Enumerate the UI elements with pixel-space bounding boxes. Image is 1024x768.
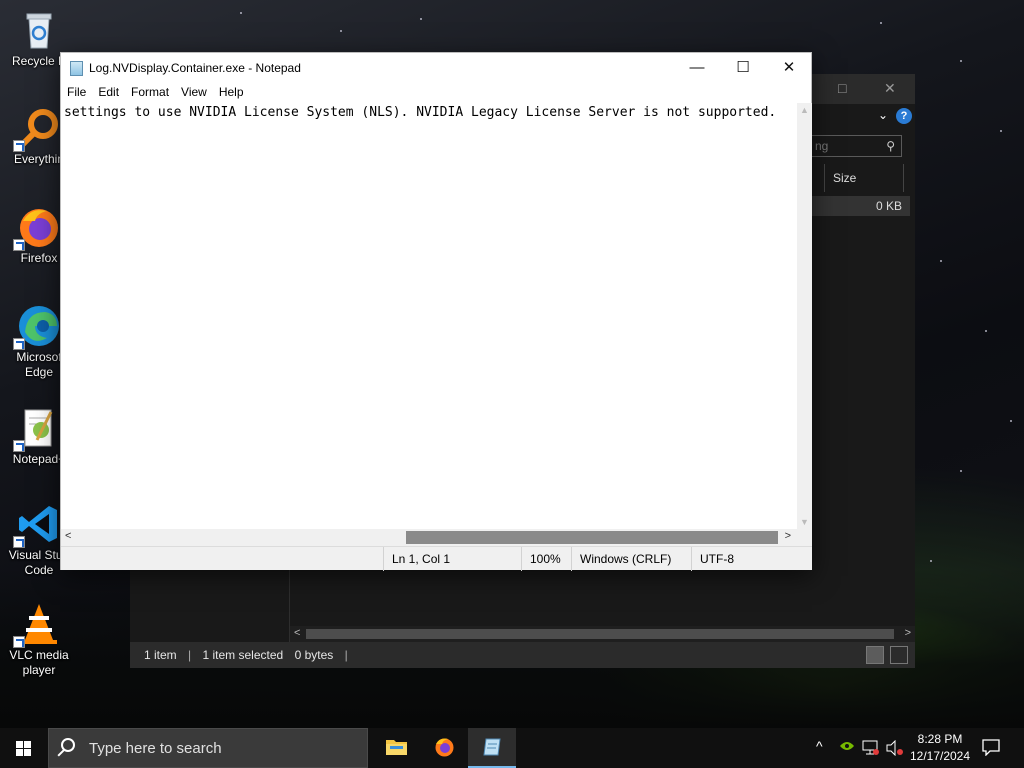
scrollbar-corner [797,529,812,546]
horizontal-scrollbar-thumb[interactable] [406,531,778,544]
details-view-button[interactable] [866,646,884,664]
system-clock[interactable]: 8:28 PM 12/17/2024 [904,731,976,765]
taskbar: Type here to search ^ 8:28 PM 12/17/2024 [0,728,1024,768]
taskbar-notepad[interactable] [468,728,516,768]
notification-center-icon[interactable] [982,739,1000,768]
scroll-right-arrow-icon[interactable]: > [785,530,791,542]
status-encoding: UTF-8 [691,547,812,571]
menu-edit[interactable]: Edit [92,83,125,101]
status-cursor-position: Ln 1, Col 1 [383,547,521,571]
status-selected-count: 1 item selected [202,648,284,662]
explorer-scrollbar-thumb[interactable] [306,629,894,639]
notepad-titlebar[interactable]: Log.NVDisplay.Container.exe - Notepad — … [61,53,811,83]
start-button[interactable] [0,728,48,768]
notepad-status-bar: Ln 1, Col 1 100% Windows (CRLF) UTF-8 [61,546,812,571]
desktop-icon-label-line2: player [22,663,56,677]
vertical-scrollbar[interactable]: ▲ ▼ [797,103,812,529]
windows-logo-icon [16,741,32,756]
explorer-close-button[interactable]: ✕ [884,80,896,97]
status-selected-size: 0 bytes [294,648,334,662]
shortcut-arrow-icon [13,239,25,251]
desktop-icon-vlc[interactable]: VLC media player [2,602,76,678]
clock-time: 8:28 PM [917,732,963,746]
menu-format[interactable]: Format [125,83,175,101]
scroll-left-arrow-icon[interactable]: < [65,530,71,542]
status-line-ending: Windows (CRLF) [571,547,691,571]
help-icon[interactable]: ? [896,108,912,124]
notepad-window[interactable]: Log.NVDisplay.Container.exe - Notepad — … [60,52,812,571]
shortcut-arrow-icon [13,636,25,648]
taskbar-file-explorer[interactable] [372,728,420,768]
maximize-button[interactable]: ☐ [720,53,766,83]
search-icon [61,738,75,752]
taskbar-firefox[interactable] [420,728,468,768]
status-zoom-level: 100% [521,547,571,571]
file-row-size[interactable]: 0 KB [810,196,910,216]
text-editor-area[interactable]: settings to use NVIDIA License System (N… [61,103,797,529]
horizontal-scrollbar[interactable]: < > [61,529,797,546]
vlc-icon [13,602,61,648]
shortcut-arrow-icon [13,140,25,152]
chevron-down-icon[interactable]: ⌄ [878,108,888,122]
explorer-address-bar[interactable] [810,108,910,130]
volume-muted-icon[interactable] [886,739,904,768]
nvidia-tray-icon[interactable] [840,740,854,768]
explorer-maximize-button[interactable]: □ [838,80,846,96]
scroll-up-arrow-icon[interactable]: ▲ [800,105,809,115]
notepad-icon [70,61,83,76]
firefox-icon [13,205,61,251]
desktop-icon-label-line1: VLC media [9,648,69,662]
taskbar-search-box[interactable]: Type here to search [48,728,368,768]
notepadpp-icon [13,406,61,452]
status-item-count: 1 item [144,648,177,662]
shortcut-arrow-icon [13,536,25,548]
large-icons-view-button[interactable] [890,646,908,664]
clock-date: 12/17/2024 [909,749,971,763]
close-button[interactable]: ✕ [766,53,812,83]
scroll-down-arrow-icon[interactable]: ▼ [800,517,809,527]
menu-file[interactable]: File [61,83,92,101]
taskbar-search-placeholder: Type here to search [89,740,222,757]
explorer-horizontal-scrollbar[interactable]: < > [290,626,915,642]
vscode-icon [13,502,61,548]
scroll-left-arrow-icon[interactable]: < [294,627,300,639]
notepad-icon [482,737,503,757]
shortcut-arrow-icon [13,338,25,350]
firefox-icon [434,737,455,757]
recycle-bin-icon [17,8,61,52]
everything-search-icon [13,106,61,152]
explorer-search-placeholder: ng [815,139,829,153]
search-icon: ⚲ [886,139,895,153]
explorer-search-input[interactable]: ng ⚲ [810,135,902,157]
show-hidden-icons-chevron-icon[interactable]: ^ [816,738,823,768]
window-title: Log.NVDisplay.Container.exe - Notepad [89,61,301,75]
menu-bar: File Edit Format View Help [61,83,811,103]
menu-help[interactable]: Help [213,83,250,101]
column-header-size[interactable]: Size [824,164,904,192]
edge-icon [13,304,61,350]
minimize-button[interactable]: — [674,53,720,83]
scroll-right-arrow-icon[interactable]: > [905,627,911,639]
explorer-status-bar: 1 item | 1 item selected 0 bytes | [130,642,915,668]
menu-view[interactable]: View [175,83,213,101]
file-explorer-icon [386,737,407,757]
shortcut-arrow-icon [13,440,25,452]
network-icon[interactable] [862,740,880,768]
